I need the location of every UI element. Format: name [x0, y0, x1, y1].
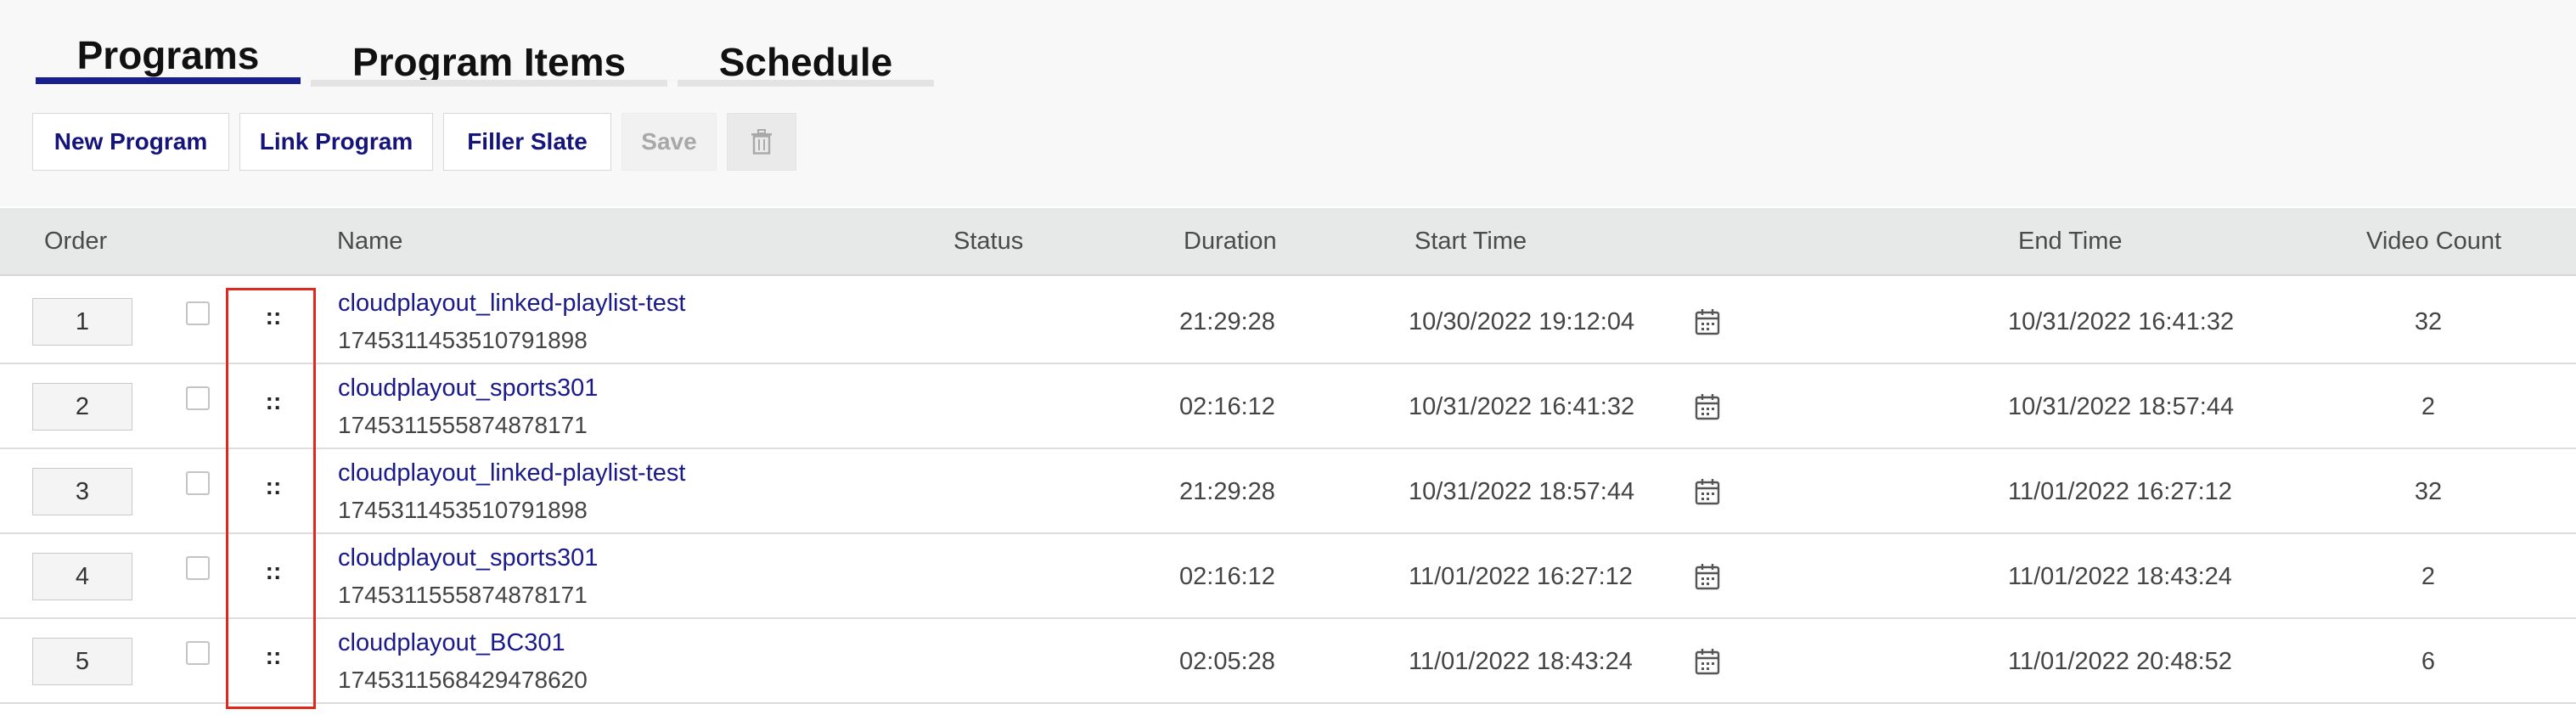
program-id: 1745311453510791898 [338, 497, 588, 523]
tab-underline [311, 80, 667, 87]
drag-handle-icon[interactable]: :: [263, 473, 284, 507]
column-header-video-count[interactable]: Video Count [2366, 208, 2501, 274]
row-checkbox[interactable] [186, 471, 210, 495]
table-header: Order Name Status Duration Start Time En… [0, 208, 2576, 276]
new-program-button[interactable]: New Program [32, 113, 229, 171]
tab-label: Program Items [352, 40, 627, 84]
table-row[interactable]: 2 :: cloudplayout_sports301 174531155587… [0, 364, 2576, 449]
program-name-link[interactable]: cloudplayout_sports301 [338, 374, 598, 403]
calendar-icon[interactable] [1695, 648, 1720, 675]
program-id: 1745311453510791898 [338, 327, 588, 353]
tab-program-items[interactable]: Program Items [311, 0, 667, 88]
duration-value: 02:16:12 [1179, 393, 1275, 420]
duration-value: 21:29:28 [1179, 478, 1275, 505]
link-program-button[interactable]: Link Program [239, 113, 433, 171]
filler-slate-button[interactable]: Filler Slate [443, 113, 611, 171]
active-tab-underline [36, 77, 301, 84]
duration-value: 02:16:12 [1179, 563, 1275, 590]
program-name-link[interactable]: cloudplayout_sports301 [338, 544, 598, 572]
order-input[interactable]: 4 [32, 553, 132, 600]
row-checkbox[interactable] [186, 301, 210, 325]
order-input[interactable]: 1 [32, 298, 132, 346]
tab-programs[interactable]: Programs [36, 0, 301, 88]
calendar-icon[interactable] [1695, 393, 1720, 420]
video-count-value: 2 [2421, 393, 2436, 420]
video-count-value: 32 [2414, 308, 2443, 335]
drag-handle-icon[interactable]: :: [263, 388, 284, 422]
start-time-value: 11/01/2022 18:43:24 [1409, 648, 1633, 675]
row-checkbox[interactable] [186, 641, 210, 665]
program-name-link[interactable]: cloudplayout_linked-playlist-test [338, 290, 685, 318]
calendar-icon[interactable] [1695, 478, 1720, 505]
calendar-icon[interactable] [1695, 563, 1720, 590]
start-time-value: 10/30/2022 19:12:04 [1409, 308, 1635, 335]
tab-schedule[interactable]: Schedule [678, 0, 934, 88]
program-id: 1745311568429478620 [338, 667, 588, 693]
tab-label: Schedule [718, 40, 893, 84]
row-checkbox[interactable] [186, 386, 210, 410]
drag-handle-icon[interactable]: :: [263, 303, 284, 337]
end-time-value: 11/01/2022 20:48:52 [2008, 648, 2232, 675]
drag-handle-icon[interactable]: :: [263, 558, 284, 592]
duration-value: 02:05:28 [1179, 648, 1275, 675]
start-time-value: 10/31/2022 18:57:44 [1409, 478, 1635, 505]
program-name-link[interactable]: cloudplayout_BC301 [338, 629, 565, 657]
order-input[interactable]: 2 [32, 383, 132, 431]
table-row[interactable]: 3 :: cloudplayout_linked-playlist-test 1… [0, 449, 2576, 534]
save-button[interactable]: Save [622, 113, 717, 171]
table-row[interactable]: 4 :: cloudplayout_sports301 174531155587… [0, 534, 2576, 619]
column-header-name[interactable]: Name [337, 208, 402, 274]
column-header-order[interactable]: Order [44, 208, 107, 274]
column-header-status[interactable]: Status [953, 208, 1023, 274]
column-header-end-time[interactable]: End Time [2018, 208, 2123, 274]
video-count-value: 6 [2421, 648, 2436, 675]
end-time-value: 11/01/2022 18:43:24 [2008, 563, 2232, 590]
tab-underline [678, 80, 934, 87]
trash-icon [751, 129, 772, 155]
end-time-value: 10/31/2022 16:41:32 [2008, 308, 2235, 335]
start-time-value: 10/31/2022 16:41:32 [1409, 393, 1635, 420]
tab-label: Programs [76, 33, 260, 77]
drag-handle-icon[interactable]: :: [263, 643, 284, 677]
program-id: 1745311555874878171 [338, 412, 588, 438]
program-name-link[interactable]: cloudplayout_linked-playlist-test [338, 459, 685, 487]
table-row[interactable]: 1 :: cloudplayout_linked-playlist-test 1… [0, 279, 2576, 364]
start-time-value: 11/01/2022 16:27:12 [1409, 563, 1633, 590]
end-time-value: 11/01/2022 16:27:12 [2008, 478, 2232, 505]
end-time-value: 10/31/2022 18:57:44 [2008, 393, 2235, 420]
calendar-icon[interactable] [1695, 308, 1720, 335]
delete-button[interactable] [727, 113, 796, 171]
program-id: 1745311555874878171 [338, 582, 588, 608]
column-header-duration[interactable]: Duration [1184, 208, 1277, 274]
table-row[interactable]: 5 :: cloudplayout_BC301 1745311568429478… [0, 619, 2576, 704]
column-header-start-time[interactable]: Start Time [1415, 208, 1527, 274]
video-count-value: 2 [2421, 563, 2436, 590]
order-input[interactable]: 5 [32, 638, 132, 685]
duration-value: 21:29:28 [1179, 308, 1275, 335]
row-checkbox[interactable] [186, 556, 210, 580]
video-count-value: 32 [2414, 478, 2443, 505]
order-input[interactable]: 3 [32, 468, 132, 515]
